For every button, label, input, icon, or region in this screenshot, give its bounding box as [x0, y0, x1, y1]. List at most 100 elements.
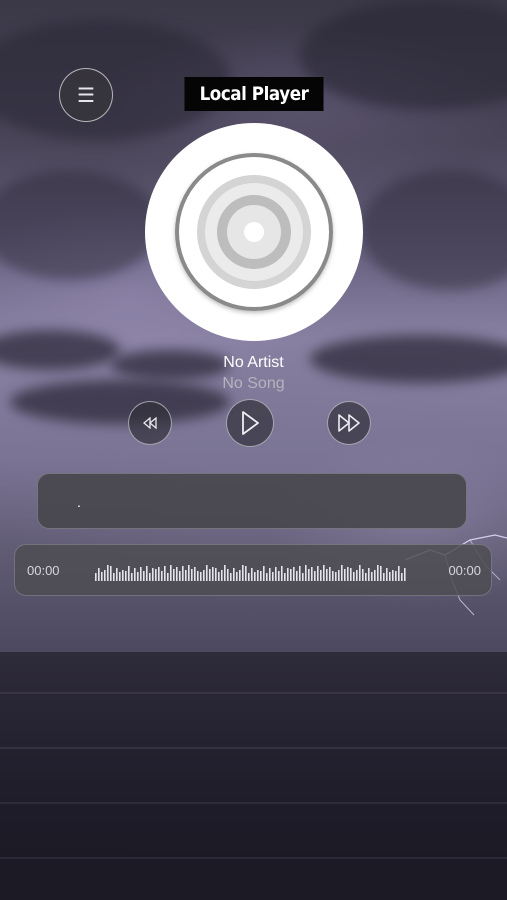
waveform-bar — [122, 570, 124, 581]
waveform-bar — [152, 568, 154, 581]
wave-line — [0, 857, 507, 859]
menu-button[interactable]: ☰ — [59, 68, 113, 122]
fast-forward-icon — [338, 414, 360, 432]
album-disc-icon — [145, 123, 363, 341]
waveform-bar — [206, 565, 208, 581]
lyrics-panel: . — [37, 473, 467, 529]
waveform-bar — [191, 569, 193, 581]
waveform-bar — [158, 567, 160, 581]
waveform-bar — [134, 568, 136, 581]
waveform-bar — [257, 570, 259, 581]
waveform-bar — [107, 565, 109, 581]
waveform-bar — [104, 570, 106, 581]
waveform-bar — [218, 572, 220, 581]
waveform-bar — [209, 569, 211, 581]
waveform-bar — [119, 572, 121, 581]
waveform-bar — [236, 572, 238, 581]
waveform-bar — [113, 573, 115, 581]
wave-line — [0, 692, 507, 694]
waveform-bar — [359, 565, 361, 581]
next-button[interactable] — [327, 401, 371, 445]
waveform-bar — [194, 567, 196, 581]
waveform-bar — [212, 567, 214, 581]
waveform-bar — [197, 571, 199, 581]
previous-button[interactable] — [128, 401, 172, 445]
waveform-bar — [110, 566, 112, 581]
waveform-bar — [173, 569, 175, 581]
waveform-bar — [347, 567, 349, 581]
waveform-bar — [182, 566, 184, 581]
total-time: 00:00 — [448, 563, 481, 578]
waveform-bar — [308, 569, 310, 581]
play-icon — [242, 411, 259, 435]
waveform-bar — [272, 572, 274, 581]
page-title: Local Player — [184, 77, 324, 111]
waveform-bar — [341, 565, 343, 581]
waveform-bar — [287, 568, 289, 581]
waveform-bar — [149, 573, 151, 581]
waveform-bar — [275, 567, 277, 581]
waveform-bar — [203, 570, 205, 581]
waveform-bar — [353, 572, 355, 581]
play-button[interactable] — [226, 399, 274, 447]
waveform-bar — [101, 572, 103, 581]
waveform-scrubber[interactable] — [95, 559, 409, 581]
waveform-bar — [227, 569, 229, 581]
waveform-bar — [392, 570, 394, 581]
waveform-bar — [245, 566, 247, 581]
waveform-bar — [371, 572, 373, 581]
waveform-bar — [188, 565, 190, 581]
waveform-bar — [398, 566, 400, 581]
waveform-bar — [281, 566, 283, 581]
current-time: 00:00 — [27, 563, 60, 578]
waveform-bar — [164, 566, 166, 581]
waveform-bar — [116, 568, 118, 581]
waveform-bar — [170, 565, 172, 581]
waveform-bar — [125, 571, 127, 581]
waveform-bar — [248, 573, 250, 581]
waveform-bar — [314, 571, 316, 581]
waveform-bar — [302, 573, 304, 581]
waveform-bar — [176, 567, 178, 581]
waveform-bar — [254, 572, 256, 581]
waveform-bar — [368, 568, 370, 581]
waveform-bar — [326, 569, 328, 581]
waveform-bar — [317, 566, 319, 581]
waveform-bar — [380, 566, 382, 581]
waveform-bar — [299, 566, 301, 581]
wave-line — [0, 802, 507, 804]
waveform-bar — [161, 571, 163, 581]
waveform-bar — [131, 573, 133, 581]
rewind-icon — [142, 417, 157, 429]
waveform-bar — [278, 571, 280, 581]
waveform-bar — [311, 567, 313, 581]
waveform-bar — [350, 568, 352, 581]
waveform-bar — [296, 571, 298, 581]
waveform-bar — [404, 568, 406, 581]
menu-icon: ☰ — [77, 84, 95, 107]
waveform-bar — [266, 573, 268, 581]
waveform-bar — [338, 570, 340, 581]
waveform-bar — [242, 565, 244, 581]
waveform-bar — [200, 572, 202, 581]
waveform-bar — [230, 573, 232, 581]
waveform-bar — [395, 571, 397, 581]
waveform-bar — [344, 569, 346, 581]
waveform-bar — [383, 573, 385, 581]
waveform-bar — [389, 572, 391, 581]
waveform-bar — [305, 565, 307, 581]
waveform-bar — [140, 567, 142, 581]
waveform-bar — [263, 566, 265, 581]
waveform-bar — [320, 570, 322, 581]
waveform-bar — [221, 570, 223, 581]
waveform-bar — [233, 568, 235, 581]
sea — [0, 652, 507, 900]
waveform-bar — [224, 565, 226, 581]
song-title: No Song — [222, 375, 285, 392]
waveform-bar — [128, 566, 130, 581]
waveform-bar — [293, 567, 295, 581]
waveform-bar — [269, 568, 271, 581]
waveform-bar — [335, 572, 337, 581]
waveform-bar — [374, 570, 376, 581]
progress-panel[interactable]: 00:00 00:00 — [14, 544, 492, 596]
